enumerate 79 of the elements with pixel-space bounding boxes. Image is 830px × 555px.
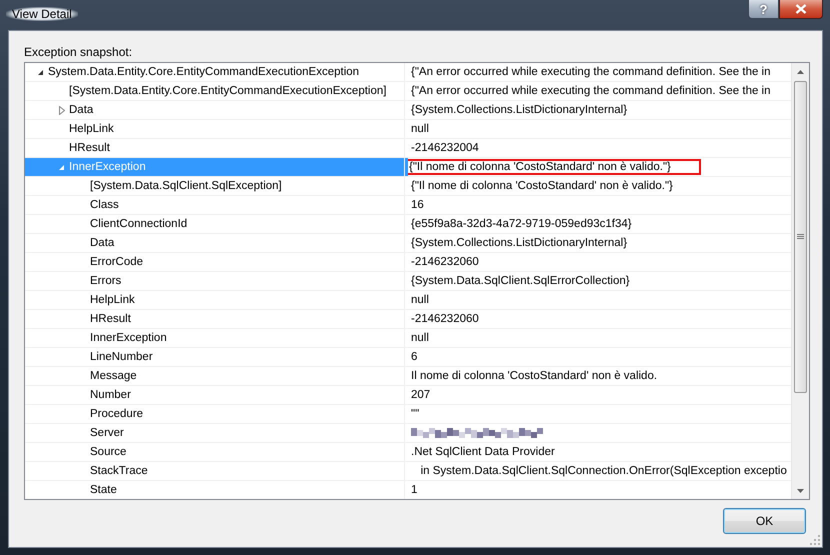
section-label: Exception snapshot: [24, 44, 132, 58]
property-value: 207 [410, 389, 432, 401]
tree-row[interactable]: LineNumber 6 [25, 348, 791, 367]
tree-row[interactable]: [System.Data.SqlClient.SqlException] {"Il nome di colonna 'CostoStandard' non è valido."} [25, 177, 791, 196]
tree-row[interactable]: Number 207 [25, 386, 791, 405]
tree-row[interactable]: System.Data.Entity.Core.EntityCommandExecutionException {"An error occurred while executing the command definition. See the in [25, 63, 791, 82]
property-value: {"Il nome di colonna 'CostoStandard' non è valido."} [406, 161, 699, 173]
property-name: LineNumber [90, 351, 153, 363]
tree-row[interactable]: StackTrace in System.Data.SqlClient.SqlConnection.OnError(SqlException exceptio [25, 462, 791, 481]
tree-row[interactable]: HelpLink null [25, 291, 791, 310]
property-name: Server [90, 427, 124, 439]
tree-row[interactable]: Data {System.Collections.ListDictionaryInternal} [25, 101, 791, 120]
property-name: HResult [90, 313, 131, 325]
property-name: Source [90, 446, 126, 458]
property-name: System.Data.Entity.Core.EntityCommandExecutionException [48, 66, 360, 78]
tree-row[interactable]: Errors {System.Data.SqlClient.SqlErrorCollection} [25, 272, 791, 291]
property-name: Data [69, 104, 94, 116]
tree-row[interactable]: InnerException {"Il nome di colonna 'CostoStandard' non è valido."} [25, 158, 791, 177]
property-value: 16 [410, 199, 425, 211]
property-name: [System.Data.Entity.Core.EntityCommandExecutionException] [69, 85, 386, 97]
tree-row[interactable]: ErrorCode -2146232060 [25, 253, 791, 272]
property-value: -2146232004 [410, 142, 480, 154]
property-value: {e55f9a8a-32d3-4a72-9719-059ed93c1f34} [410, 218, 633, 230]
property-value: null [410, 294, 430, 306]
tree-row[interactable]: HelpLink null [25, 120, 791, 139]
property-value: {System.Collections.ListDictionaryInternal} [410, 237, 628, 249]
property-value: {System.Collections.ListDictionaryInternal} [410, 104, 628, 116]
property-value: {"An error occurred while executing the command definition. See the in [410, 85, 772, 97]
property-name: Number [90, 389, 131, 401]
property-name: State [90, 484, 117, 496]
tree-row[interactable]: Class 16 [25, 196, 791, 215]
property-name: HelpLink [90, 294, 135, 306]
property-name: InnerException [69, 161, 146, 173]
property-name: StackTrace [90, 465, 148, 477]
scrollbar[interactable] [791, 63, 809, 499]
property-value: -2146232060 [410, 313, 480, 325]
tree-row[interactable]: Data {System.Collections.ListDictionaryInternal} [25, 234, 791, 253]
property-value: {System.Data.SqlClient.SqlErrorCollection} [410, 275, 631, 287]
property-value: in System.Data.SqlClient.SqlConnection.OnError(SqlException exceptio [420, 465, 788, 477]
tree-row[interactable]: ClientConnectionId {e55f9a8a-32d3-4a72-9719-059ed93c1f34} [25, 215, 791, 234]
property-name: InnerException [90, 332, 167, 344]
scroll-up-icon[interactable] [797, 70, 804, 74]
property-name: Message [90, 370, 137, 382]
close-button[interactable] [779, 0, 823, 19]
property-value: 1 [410, 484, 418, 496]
property-name: Procedure [90, 408, 144, 420]
exception-tree[interactable] [24, 62, 810, 500]
property-value: "" [410, 408, 420, 420]
property-value: -2146232060 [410, 256, 480, 268]
property-name: [System.Data.SqlClient.SqlException] [90, 180, 282, 192]
tree-row[interactable]: Procedure "" [25, 405, 791, 424]
tree-row[interactable]: [System.Data.Entity.Core.EntityCommandExecutionException] {"An error occurred while executing the command definition. See the in [25, 82, 791, 101]
property-value: null [410, 123, 430, 135]
resize-grip-icon[interactable] [810, 535, 820, 545]
property-name: Data [90, 237, 114, 249]
tree-row[interactable]: Source .Net SqlClient Data Provider [25, 443, 791, 462]
collapsed-arrow-icon[interactable] [58, 106, 64, 114]
close-icon [795, 4, 807, 14]
property-name: HResult [69, 142, 110, 154]
property-name: HelpLink [69, 123, 114, 135]
tree-row[interactable]: InnerException null [25, 329, 791, 348]
ok-button[interactable]: OK [723, 508, 806, 534]
property-value: Il nome di colonna 'CostoStandard' non è valido. [410, 370, 658, 382]
property-value: null [410, 332, 430, 344]
property-value: {"An error occurred while executing the command definition. See the in [410, 66, 772, 78]
tree-row[interactable]: Server [25, 424, 791, 443]
property-name: ErrorCode [90, 256, 144, 268]
property-value: {"Il nome di colonna 'CostoStandard' non è valido."} [410, 180, 674, 192]
scroll-down-icon[interactable] [797, 488, 804, 492]
tree-row[interactable]: HResult -2146232060 [25, 310, 791, 329]
expanded-arrow-icon[interactable] [37, 68, 44, 76]
property-value: 6 [410, 351, 418, 363]
window-title: View Detail [6, 7, 78, 21]
property-name: Errors [90, 275, 122, 287]
grip-icon[interactable] [797, 234, 804, 240]
property-name: Class [90, 199, 119, 211]
property-value: .Net SqlClient Data Provider [410, 446, 556, 458]
tree-row[interactable]: Message Il nome di colonna 'CostoStandard' non è valido. [25, 367, 791, 386]
property-name: ClientConnectionId [90, 218, 188, 230]
